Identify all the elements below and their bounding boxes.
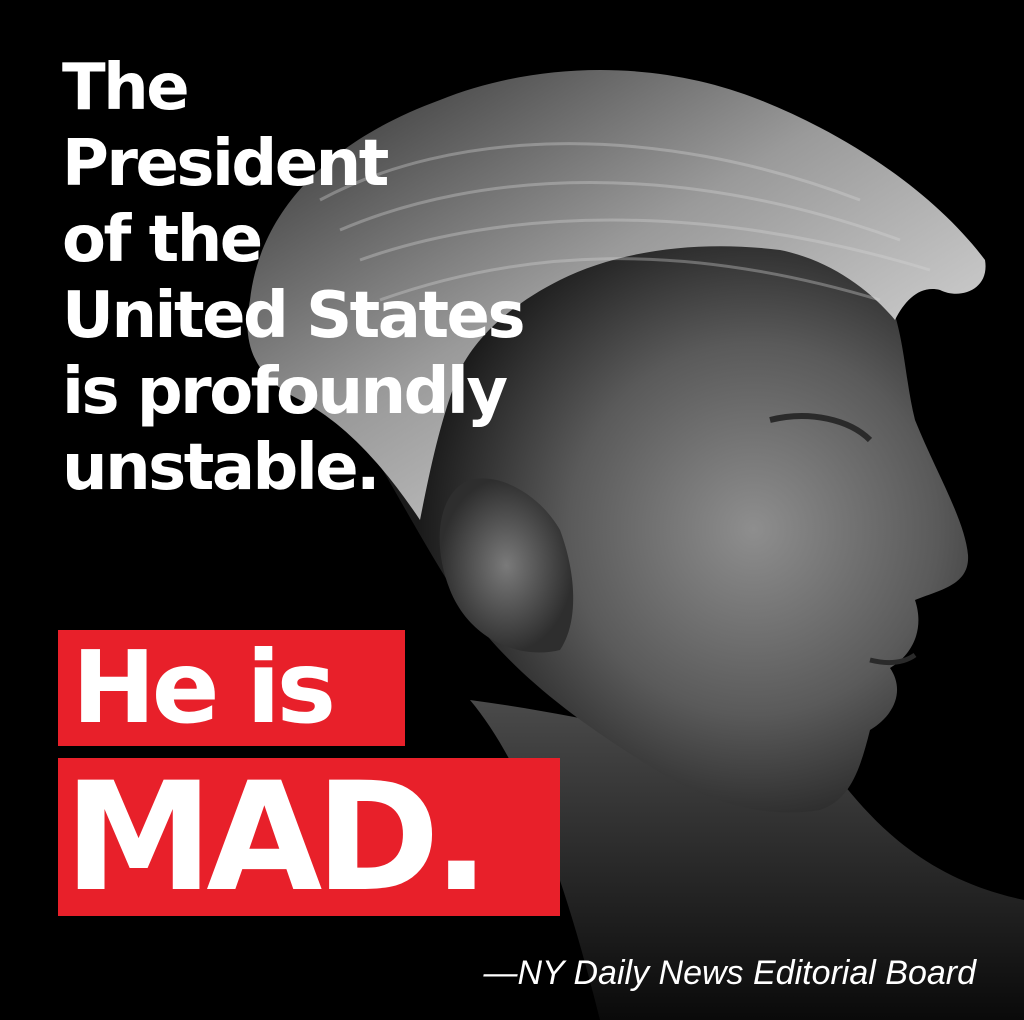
headline: The President of the United States is pr… — [62, 50, 526, 506]
headline-line: unstable. — [62, 431, 380, 505]
headline-line: of the — [62, 203, 263, 277]
emphasis-he-is: He is — [72, 629, 336, 746]
headline-line: United States — [62, 279, 526, 353]
poster: The President of the United States is pr… — [0, 0, 1024, 1020]
headline-line: is profoundly — [62, 355, 508, 429]
headline-line: President — [62, 127, 389, 201]
highlight-band-he-is: He is — [58, 630, 405, 746]
attribution-credit: —NY Daily News Editorial Board — [483, 954, 976, 992]
emphasis-mad: MAD. — [64, 751, 490, 925]
highlight-band-mad: MAD. — [58, 751, 560, 925]
headline-line: The — [62, 51, 190, 125]
